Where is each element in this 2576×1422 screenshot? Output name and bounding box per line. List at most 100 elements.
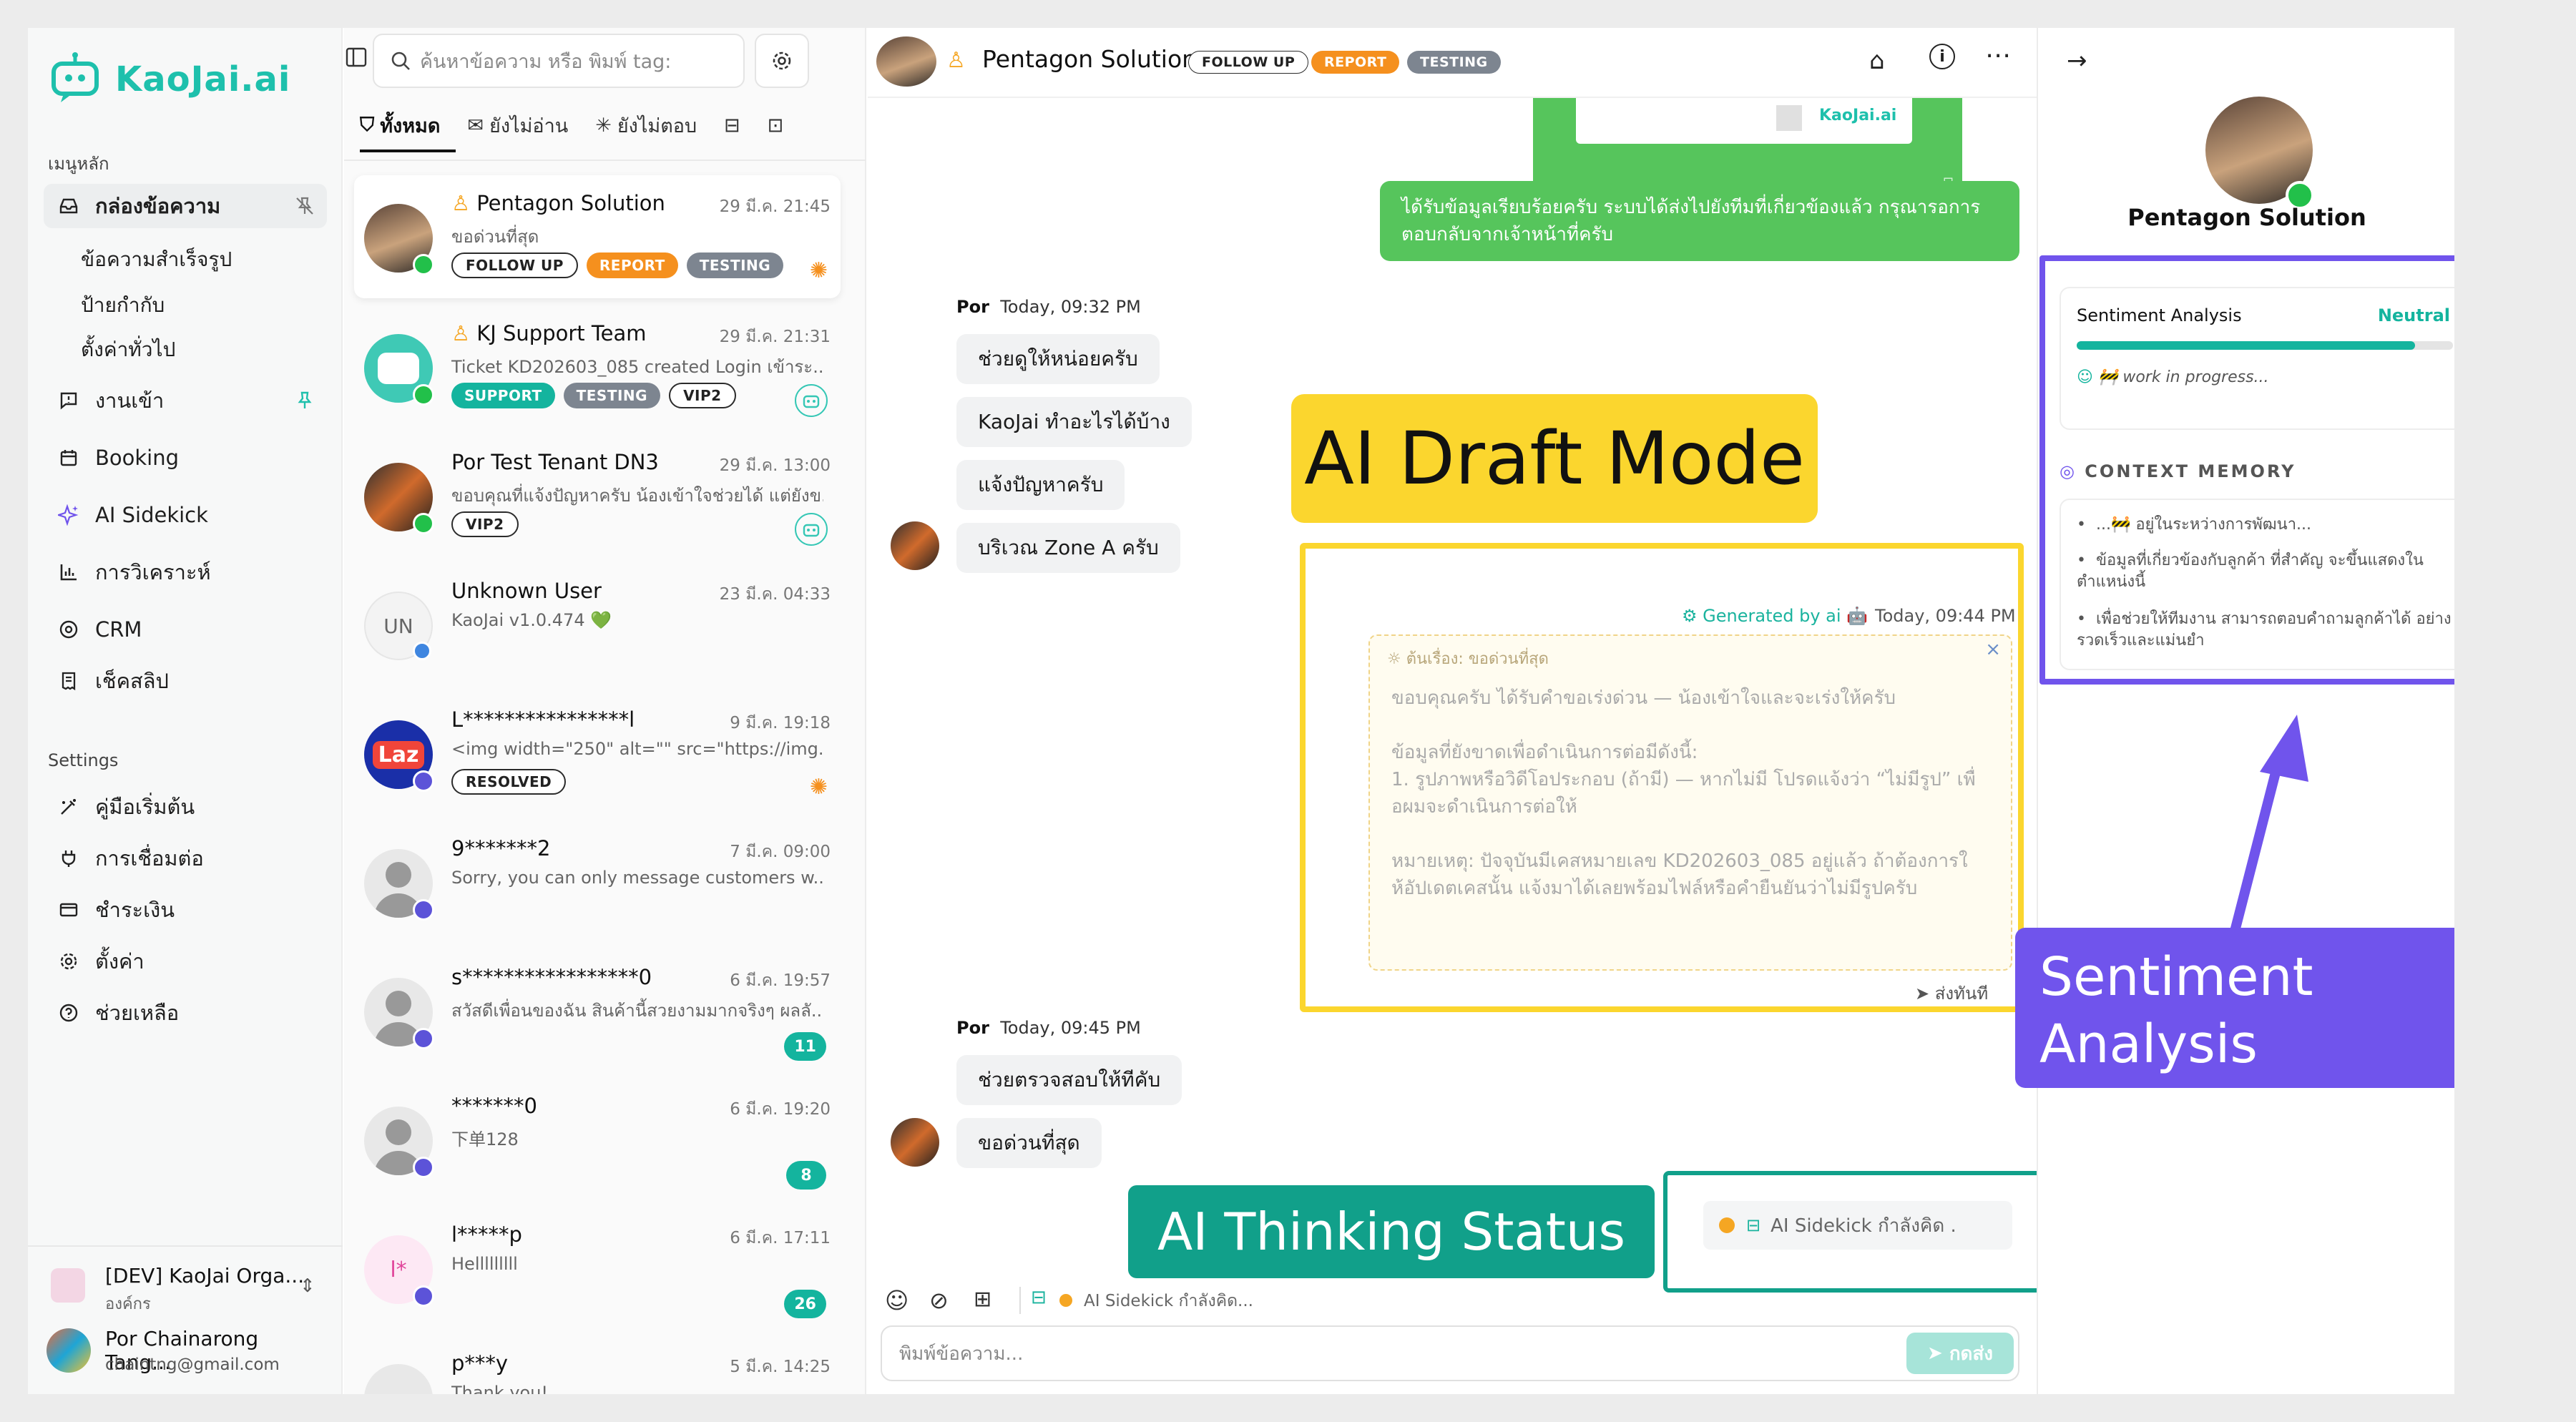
status-dot-icon	[1719, 1217, 1735, 1233]
tab-label: ทั้งหมด	[380, 114, 441, 137]
line-channel-icon	[413, 254, 434, 275]
close-icon[interactable]: ×	[1985, 639, 2001, 660]
nav-slip-check[interactable]: เช็คสลิป	[44, 659, 327, 703]
contact-details-panel: → Pentagon Solution Sentiment Analysis N…	[2037, 28, 2454, 1394]
sentiment-card: Sentiment Analysis Neutral ☺ 🚧 work in p…	[2060, 287, 2454, 430]
annotation-thinking-status: AI Thinking Status	[1128, 1185, 1655, 1278]
pin-icon[interactable]	[294, 390, 315, 411]
nav-labels[interactable]: ป้ายกำกับ	[81, 290, 165, 321]
sidebar: KaoJai.ai เมนูหลัก กล่องข้อความ ข้อความส…	[28, 28, 343, 1394]
conversation-item[interactable]: l* l*****p 6 มี.ค. 17:11 Helllllllll 26	[354, 1207, 841, 1330]
avatar	[46, 1328, 91, 1373]
annotation-draft-mode: AI Draft Mode	[1291, 394, 1818, 523]
pin-off-icon[interactable]	[294, 195, 315, 217]
user-profile[interactable]: Por Chainarong Tang... chaintng@gmail.co…	[44, 1321, 330, 1378]
tag[interactable]: RESOLVED	[451, 769, 567, 795]
conversation-item[interactable]: ♙ Pentagon Solution 29 มี.ค. 21:45 ขอด่ว…	[354, 175, 841, 298]
conversation-date: 29 มี.ค. 21:31	[719, 328, 831, 346]
conversation-item[interactable]: *******0 6 มี.ค. 19:20 下单128 8	[354, 1078, 841, 1201]
app-window: KaoJai.ai เมนูหลัก กล่องข้อความ ข้อความส…	[28, 28, 2454, 1394]
ai-draft-card[interactable]: ☼ ต้นเรื่อง: ขอด่วนที่สุด × ขอบคุณครับ ไ…	[1368, 634, 2012, 971]
line-channel-icon	[413, 513, 434, 534]
nav-label: ชำระเงิน	[95, 898, 175, 922]
nav-inbox[interactable]: กล่องข้อความ	[44, 184, 327, 228]
scan-icon[interactable]: ⊞	[974, 1287, 991, 1312]
tag-icon[interactable]: ⌂	[1869, 46, 1885, 75]
nav-integrations[interactable]: การเชื่อมต่อ	[44, 836, 327, 881]
conversation-date: 29 มี.ค. 13:00	[719, 456, 831, 475]
arrow-right-icon[interactable]: →	[2067, 46, 2087, 75]
tag[interactable]: TESTING	[686, 252, 784, 278]
nav-quick-replies[interactable]: ข้อความสำเร็จรูป	[81, 244, 232, 275]
nav-label: การวิเคราะห์	[95, 560, 211, 584]
nav-booking[interactable]: Booking	[44, 436, 327, 480]
conversation-item[interactable]: 9*******2 7 มี.ค. 09:00 Sorry, you can o…	[354, 820, 841, 943]
tab-all[interactable]: ⛉ ทั้งหมด	[360, 110, 440, 141]
bot-icon[interactable]	[795, 384, 828, 417]
tab-archive[interactable]: ⊟	[724, 114, 740, 137]
nav-getting-started[interactable]: คู่มือเริ่มต้น	[44, 785, 327, 829]
tag[interactable]: TESTING	[1407, 51, 1501, 74]
lazada-channel-icon	[413, 1157, 434, 1178]
nav-help[interactable]: ช่วยเหลือ	[44, 991, 327, 1035]
org-switcher[interactable]: [DEV] KaoJai Orga... องค์กร ⇕	[44, 1260, 330, 1313]
sentiment-bar	[2077, 341, 2453, 350]
nav-settings[interactable]: ตั้งค่า	[44, 939, 327, 984]
sidebar-divider	[28, 1245, 343, 1247]
tab-unread[interactable]: ✉ ยังไม่อ่าน	[467, 110, 568, 141]
tag-list: RESOLVED	[451, 769, 574, 795]
lazada-channel-icon	[413, 770, 434, 792]
conversation-item[interactable]: p***y 5 มี.ค. 14:25 Thank you!	[354, 1335, 841, 1394]
nav-analytics[interactable]: การวิเคราะห์	[44, 550, 327, 594]
pending-spinner-icon: ✺	[809, 258, 828, 283]
help-icon	[58, 1002, 79, 1024]
conversation-item[interactable]: Laz L****************l 9 มี.ค. 19:18 <im…	[354, 692, 841, 815]
conversation-item[interactable]: ♙ KJ Support Team 29 มี.ค. 21:31 Ticket …	[354, 305, 841, 428]
nav-ai-sidekick[interactable]: AI Sidekick	[44, 493, 327, 537]
tag[interactable]: VIP2	[669, 383, 736, 408]
message-input[interactable]: พิมพ์ข้อความ...	[881, 1325, 2019, 1381]
message-bubble-incoming: แจ้งปัญหาครับ	[956, 460, 1125, 510]
more-icon[interactable]: ⋯	[1985, 41, 2011, 70]
tag[interactable]: REPORT	[586, 252, 678, 278]
app-name: KaoJai.ai	[115, 59, 291, 99]
tab-unanswered[interactable]: ✳ ยังไม่ตอบ	[595, 110, 697, 141]
conversation-preview: ขอด่วนที่สุด	[451, 227, 539, 247]
thinking-text: AI Sidekick กำลังคิด .	[1771, 1215, 1957, 1237]
avatar	[876, 36, 936, 87]
attachment-icon[interactable]: ⊘	[929, 1287, 949, 1314]
bot-icon[interactable]	[795, 513, 828, 546]
conversation-preview: <img width="250" alt="" src="https://img…	[451, 739, 823, 759]
send-now-button[interactable]: ➤ ส่งทันที	[1915, 979, 1988, 1007]
contact-name: Pentagon Solution	[2127, 204, 2366, 231]
avatar	[891, 521, 939, 570]
tag-list: VIP2	[451, 511, 527, 537]
tag[interactable]: TESTING	[563, 383, 661, 408]
nav-billing[interactable]: ชำระเงิน	[44, 888, 327, 932]
tag[interactable]: FOLLOW UP	[1188, 51, 1309, 74]
inbox-icon: ⊡	[767, 114, 784, 137]
info-icon[interactable]: i	[1929, 44, 1955, 69]
emoji-icon[interactable]: ☺	[885, 1287, 909, 1314]
tag[interactable]: FOLLOW UP	[451, 252, 578, 278]
conversation-item[interactable]: s*****************0 6 มี.ค. 19:57 สวัสดี…	[354, 949, 841, 1072]
tag[interactable]: REPORT	[1311, 51, 1400, 74]
conversation-item[interactable]: UN Unknown User 23 มี.ค. 04:33 KaoJai v1…	[354, 563, 841, 686]
send-button[interactable]: ➤ กดส่ง	[1906, 1333, 2014, 1374]
nav-general-settings[interactable]: ตั้งค่าทั่วไป	[81, 334, 175, 366]
sidebar-toggle-icon[interactable]	[344, 45, 368, 74]
search-input[interactable]: ค้นหาข้อความ หรือ พิมพ์ tag:	[373, 34, 745, 88]
memory-item: • ข้อมูลที่เกี่ยวข้องกับลูกค้า ที่สำคัญ …	[2077, 551, 2424, 591]
message-icon	[58, 390, 79, 411]
filter-settings-button[interactable]	[755, 34, 809, 88]
conversation-date: 29 มี.ค. 21:45	[719, 197, 831, 216]
nav-crm[interactable]: CRM	[44, 607, 327, 652]
nav-tasks[interactable]: งานเข้า	[44, 378, 327, 423]
tag[interactable]: VIP2	[451, 511, 519, 537]
context-memory-card: • ...🚧 อยู่ในระหว่างการพัฒนา... • ข้อมูล…	[2060, 499, 2454, 670]
contact-name: 9*******2	[451, 836, 551, 860]
tab-inbox[interactable]: ⊡	[768, 114, 784, 137]
conversation-item[interactable]: Por Test Tenant DN3 29 มี.ค. 13:00 ขอบคุ…	[354, 434, 841, 557]
tag[interactable]: SUPPORT	[451, 383, 555, 408]
tab-label: ยังไม่ตอบ	[617, 114, 697, 137]
